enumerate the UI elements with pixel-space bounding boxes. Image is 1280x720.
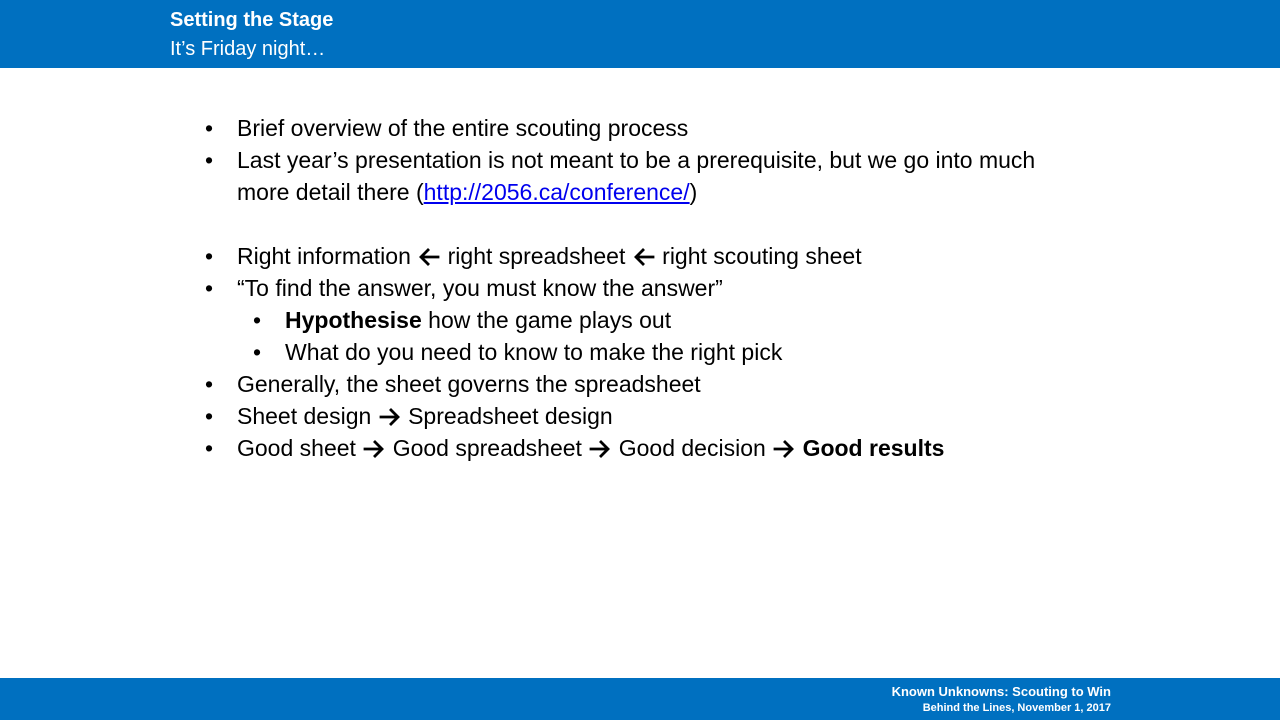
arrow-right-icon: [588, 432, 612, 464]
bullet-bold-text: Hypothesise: [285, 307, 422, 333]
arrow-right-icon: [772, 432, 796, 464]
bullet-bold-text: Good results: [802, 435, 945, 461]
bullet-item: • Sheet design Spreadsheet design: [205, 400, 1085, 432]
bullet-icon: •: [205, 147, 214, 173]
bullet-text: Brief overview of the entire scouting pr…: [237, 115, 689, 141]
bullet-icon: •: [253, 307, 262, 333]
bullet-text: ): [689, 179, 698, 205]
slide: Setting the Stage It’s Friday night… • B…: [0, 0, 1280, 720]
bullet-text: Generally, the sheet governs the spreads…: [237, 371, 701, 397]
footer-event-date: Behind the Lines, November 1, 2017: [922, 702, 1111, 714]
bullet-text: how the game plays out: [421, 307, 672, 333]
bullet-item: • Good sheet Good spreadsheet Good decis…: [205, 432, 1085, 464]
sub-bullet-item: • What do you need to know to make the r…: [205, 336, 1085, 368]
footer-presentation-title: Known Unknowns: Scouting to Win: [891, 684, 1111, 699]
arrow-right-icon: [362, 432, 386, 464]
bullet-item: • Brief overview of the entire scouting …: [205, 112, 1085, 144]
bullet-text: Right information: [237, 243, 411, 269]
bullet-icon: •: [205, 115, 214, 141]
bullet-text: Spreadsheet design: [408, 403, 613, 429]
bullet-icon: •: [205, 403, 214, 429]
arrow-right-icon: [378, 400, 402, 432]
bullet-list: • Brief overview of the entire scouting …: [205, 112, 1085, 464]
bullet-item: • “To find the answer, you must know the…: [205, 272, 1085, 304]
bullet-item: • Right information right spreadsheet ri…: [205, 240, 1085, 272]
bullet-item: • Last year’s presentation is not meant …: [205, 144, 1085, 208]
bullet-icon: •: [205, 243, 214, 269]
bullet-icon: •: [205, 371, 214, 397]
bullet-text: Good decision: [618, 435, 766, 461]
slide-title: Setting the Stage: [170, 9, 334, 31]
bullet-icon: •: [205, 275, 214, 301]
bullet-text: Good sheet: [237, 435, 356, 461]
conference-link[interactable]: http://2056.ca/conference/: [424, 179, 690, 205]
bullet-text: right spreadsheet: [447, 243, 626, 269]
bullet-text: What do you need to know to make the rig…: [285, 339, 783, 365]
bullet-icon: •: [253, 339, 262, 365]
bullet-icon: •: [205, 435, 214, 461]
bullet-text: right scouting sheet: [662, 243, 862, 269]
arrow-left-icon: [417, 240, 441, 272]
slide-subtitle: It’s Friday night…: [170, 38, 326, 60]
bullet-text: Sheet design: [237, 403, 372, 429]
arrow-left-icon: [632, 240, 656, 272]
bullet-item: • Generally, the sheet governs the sprea…: [205, 368, 1085, 400]
sub-bullet-item: • Hypothesise how the game plays out: [205, 304, 1085, 336]
bullet-text: Good spreadsheet: [392, 435, 582, 461]
bullet-text: “To find the answer, you must know the a…: [237, 275, 723, 301]
